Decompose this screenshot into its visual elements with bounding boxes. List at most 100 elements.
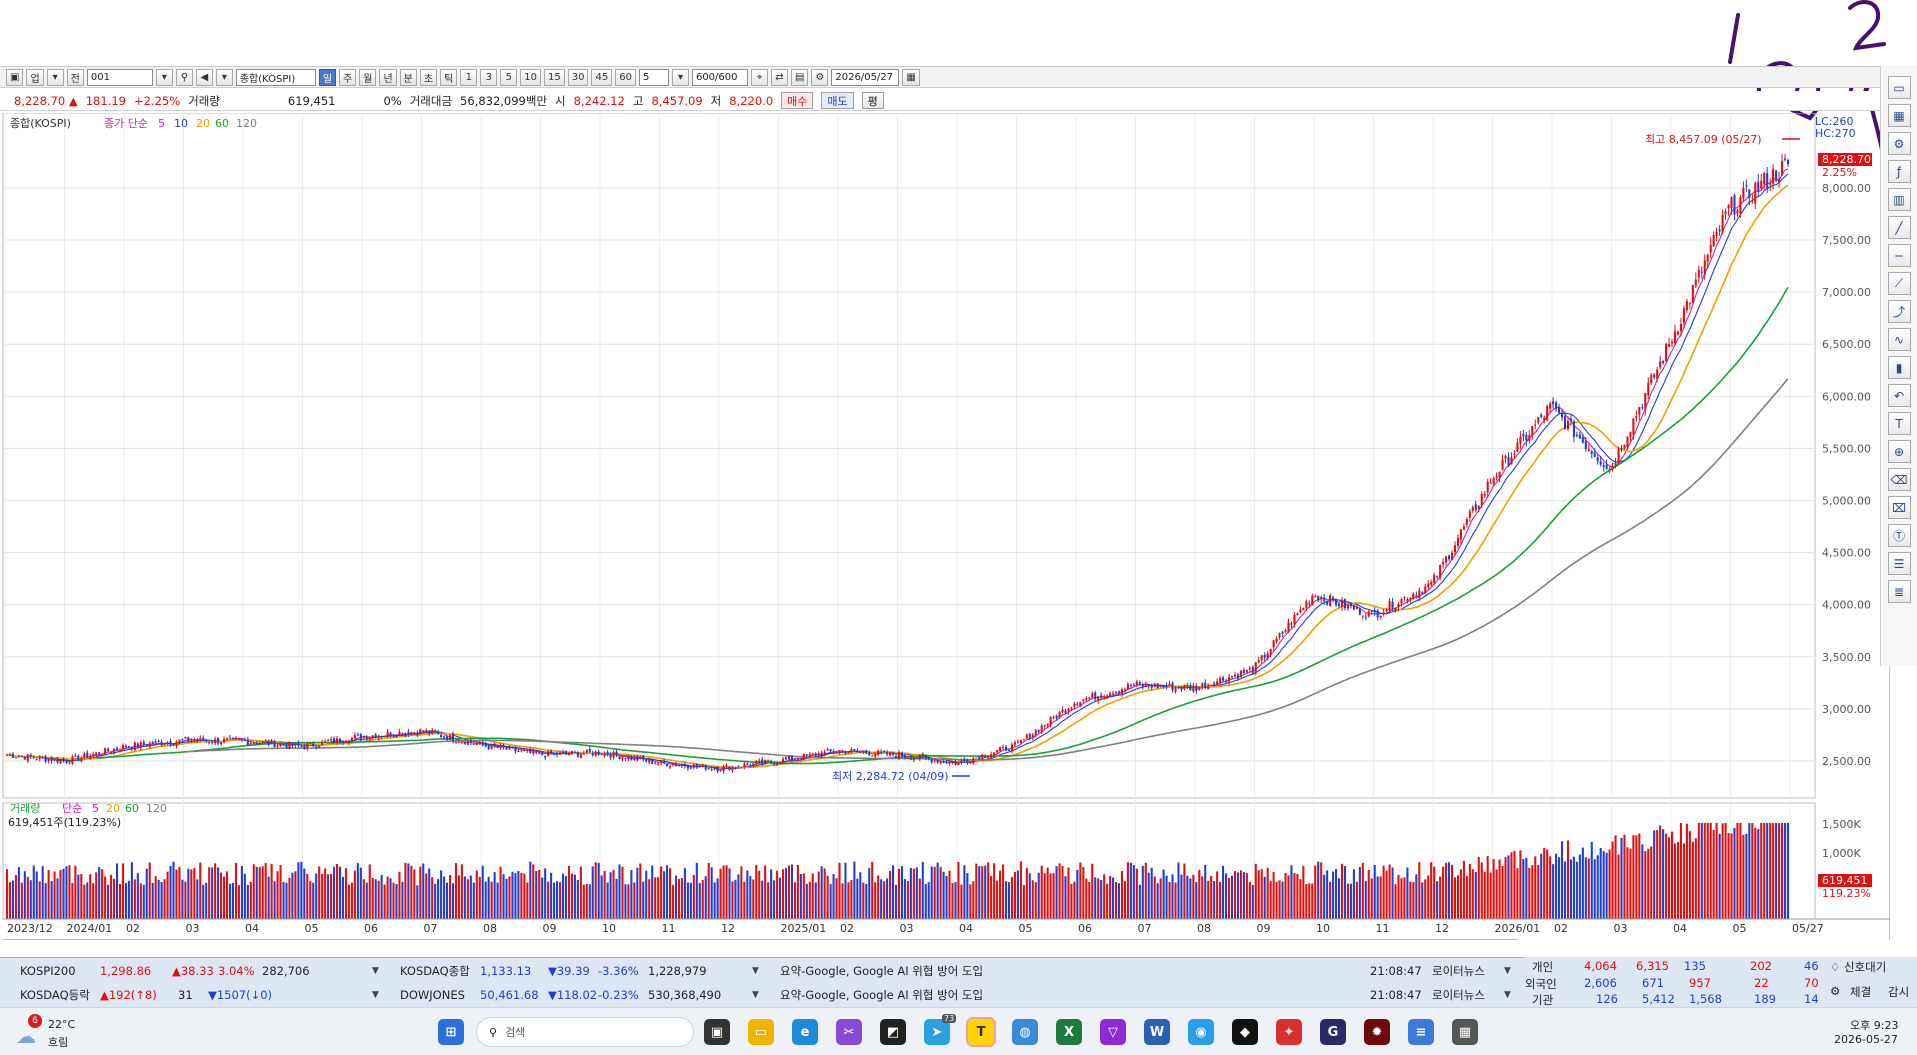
app-cube-icon[interactable]: ◆ — [1232, 1019, 1258, 1045]
interval-button-3[interactable]: 3 — [480, 68, 498, 86]
ticker-dropdown-icon-2[interactable]: ▼ — [752, 959, 759, 983]
zoom-icon[interactable]: ⊕ — [1887, 440, 1911, 463]
news-dropdown-icon[interactable]: ▼ — [1504, 983, 1511, 1007]
buy-button[interactable]: 매수 — [781, 92, 814, 109]
candle-body — [1602, 465, 1605, 468]
tab-second[interactable]: 초 — [419, 68, 438, 86]
interval-dropdown-icon[interactable]: ▾ — [671, 68, 689, 86]
count-input[interactable]: 600/600 — [691, 68, 748, 86]
crosshair-icon[interactable]: ⌖ — [750, 68, 768, 86]
x-tick-label: 08 — [483, 922, 497, 935]
vpn-icon[interactable]: ▽ — [1100, 1019, 1126, 1045]
interval-button-45[interactable]: 45 — [591, 68, 613, 86]
printer-app-icon[interactable]: ◉ — [1188, 1019, 1214, 1045]
list-icon[interactable]: ☰ — [1887, 552, 1911, 575]
chart-type-icon[interactable]: ▥ — [1887, 188, 1911, 211]
tab-tick[interactable]: 틱 — [440, 68, 458, 86]
tab-weekly[interactable]: 주 — [339, 68, 357, 86]
save-icon[interactable]: ▤ — [790, 68, 809, 86]
price-chart-canvas[interactable]: 8,000.00 7,500.00 7,000.00 6,500.00 6,000.00… — [0, 113, 1890, 940]
interval-button-15[interactable]: 15 — [544, 68, 565, 86]
exec-label[interactable]: 체결 — [1850, 984, 1871, 1000]
speaker-icon[interactable]: ◀ — [195, 68, 213, 86]
date-input[interactable]: 2026/05/27 — [831, 68, 900, 86]
ticker-name[interactable]: KOSDAQ등락 — [20, 983, 90, 1007]
ticker-dropdown-icon-2[interactable]: ▼ — [752, 983, 759, 1007]
calendar-icon[interactable]: ▦ — [902, 68, 920, 86]
excel-icon[interactable]: X — [1056, 1019, 1082, 1045]
interval-button-5[interactable]: 5 — [500, 68, 518, 86]
interval-select[interactable]: 5 — [638, 68, 669, 86]
ticker-dropdown-icon[interactable]: ▼ — [372, 983, 379, 1007]
interval-button-60[interactable]: 60 — [615, 68, 636, 86]
indicator-icon[interactable]: ƒ — [1887, 160, 1911, 183]
ticker-name-2[interactable]: DOWJONES — [400, 983, 465, 1007]
chart-area[interactable]: 8,000.00 7,500.00 7,000.00 6,500.00 6,000.00… — [0, 113, 1890, 940]
trendline-icon[interactable]: ╱ — [1887, 216, 1911, 239]
settings-gear-icon[interactable]: ⚙ — [1887, 132, 1911, 155]
signal-status[interactable]: ♢ 신호대기 — [1830, 959, 1886, 975]
notepad-icon[interactable]: ≡ — [1408, 1019, 1434, 1045]
price-change: 181.19 — [85, 93, 126, 108]
code-input[interactable]: 001 — [86, 68, 153, 86]
eraser-icon[interactable]: ⌫ — [1887, 468, 1911, 491]
eval-button[interactable]: 평 — [861, 92, 884, 109]
word-icon[interactable]: W — [1144, 1019, 1170, 1045]
code-dropdown-icon[interactable]: ▾ — [155, 68, 173, 86]
ticker-name-2[interactable]: KOSDAQ종합 — [400, 959, 470, 983]
calculator-icon[interactable]: ▦ — [1452, 1019, 1478, 1045]
type-button[interactable]: 전 — [66, 68, 84, 86]
undo-arrow-icon[interactable]: ↶ — [1887, 384, 1911, 407]
grid-icon[interactable]: ▦ — [1887, 104, 1911, 127]
wave-icon[interactable]: ∿ — [1887, 328, 1911, 351]
text-tool-icon[interactable]: T — [1887, 412, 1911, 435]
stock-app-icon[interactable]: ✦ — [1276, 1019, 1302, 1045]
mode-button[interactable]: 업 — [26, 68, 44, 86]
gear-icon[interactable]: ⚙ — [1830, 984, 1840, 998]
ticker-dropdown-icon[interactable]: ▼ — [372, 959, 379, 983]
speaker-dropdown-icon[interactable]: ▾ — [215, 68, 233, 86]
news-headline[interactable]: 요약-Google, Google AI 위협 방어 도입 — [780, 959, 983, 983]
news-dropdown-icon[interactable]: ▼ — [1504, 959, 1511, 983]
file-explorer-icon[interactable]: ▭ — [748, 1019, 774, 1045]
task-view-icon[interactable]: ▣ — [704, 1019, 730, 1045]
game-app-icon[interactable]: ✹ — [1364, 1019, 1390, 1045]
settings-icon[interactable]: ⚙ — [811, 68, 829, 86]
windows-start-icon[interactable]: ⊞ — [438, 1019, 464, 1045]
search-icon[interactable]: ⚲ — [175, 68, 193, 86]
sticky-notes-icon[interactable]: ◩ — [880, 1019, 906, 1045]
watch-label[interactable]: 감시 — [1888, 984, 1909, 1000]
compare-icon[interactable]: ⇄ — [770, 68, 788, 86]
news-headline[interactable]: 요약-Google, Google AI 위협 방어 도입 — [780, 983, 983, 1007]
tab-yearly[interactable]: 년 — [379, 68, 397, 86]
weather-widget[interactable]: ☁ 6 — [16, 1014, 46, 1048]
volume-bar — [1697, 823, 1700, 919]
sell-button[interactable]: 매도 — [821, 92, 854, 109]
interval-button-1[interactable]: 1 — [460, 68, 478, 86]
window-toggle-icon[interactable]: ▭ — [1887, 76, 1911, 99]
kakaotalk-icon[interactable]: T — [966, 1017, 996, 1047]
ticker-name[interactable]: KOSPI200 — [20, 959, 76, 983]
candle-body — [1382, 612, 1385, 615]
mode-dropdown-icon[interactable]: ▾ — [46, 68, 64, 86]
tab-daily[interactable]: 일 — [318, 68, 337, 86]
tab-minute[interactable]: 분 — [399, 68, 417, 86]
eraser-all-icon[interactable]: ⌧ — [1887, 496, 1911, 519]
interval-button-30[interactable]: 30 — [567, 68, 589, 86]
taskbar-search[interactable]: ⚲ 검색 — [476, 1017, 694, 1047]
line-draw-icon[interactable]: ⟋ — [1887, 272, 1911, 295]
g-app-icon[interactable]: G — [1320, 1019, 1346, 1045]
auto-line-icon[interactable]: ⤴ — [1887, 300, 1911, 323]
network-globe-icon[interactable]: ◍ — [1012, 1019, 1038, 1045]
layers-icon[interactable]: ≣ — [1887, 580, 1911, 603]
interval-button-10[interactable]: 10 — [520, 68, 542, 86]
horizontal-line-icon[interactable]: ─ — [1887, 244, 1911, 267]
candle-icon[interactable]: ▮ — [1887, 356, 1911, 379]
tab-monthly[interactable]: 월 — [359, 68, 377, 86]
clock-date[interactable]: 2026-05-27 — [1834, 1033, 1898, 1046]
snipping-tool-icon[interactable]: ✂ — [836, 1019, 862, 1045]
window-menu-icon[interactable]: ▣ — [6, 68, 24, 86]
clock-time[interactable]: 오후 9:23 — [1850, 1017, 1898, 1033]
edge-browser-icon[interactable]: e — [792, 1019, 818, 1045]
text-box-icon[interactable]: Ⓣ — [1887, 524, 1911, 547]
